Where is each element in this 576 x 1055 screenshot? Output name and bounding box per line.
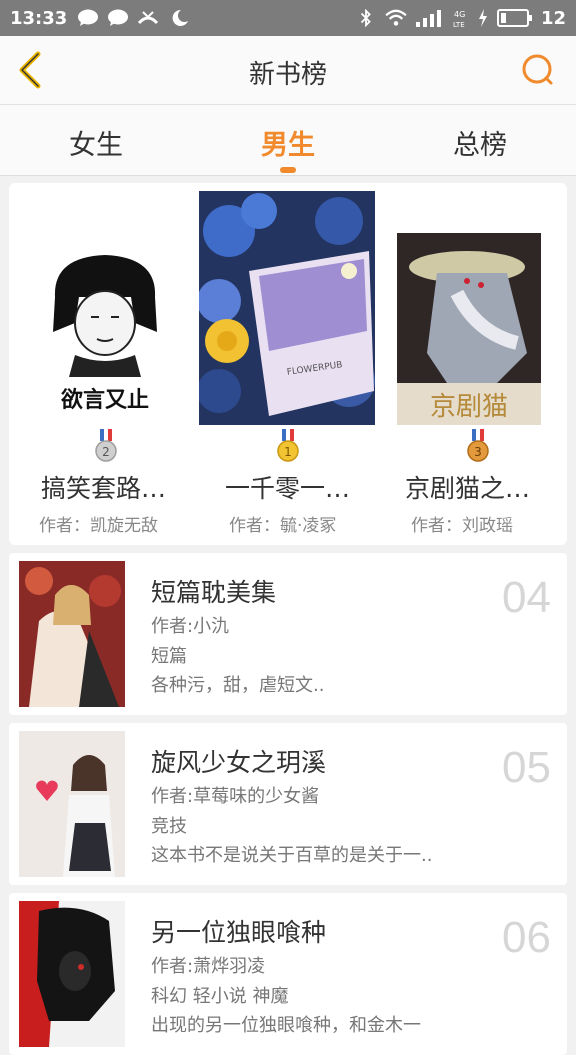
book-description: 这本书不是说关于百草的是关于一.. <box>151 845 433 866</box>
book-title: 短篇耽美集 <box>151 578 277 607</box>
opera-cat-image: 京剧猫 <box>397 233 541 425</box>
missed-call-icon <box>138 11 159 25</box>
status-bar: 13:33 4G LTE 12 <box>0 0 576 36</box>
top-app-bar: 新书榜 <box>0 36 576 105</box>
book-author: 作者：刘政瑶 <box>411 516 513 536</box>
podium-book-3[interactable]: 京剧猫 3 京剧猫之… 作者：刘政瑶 <box>379 183 567 545</box>
svg-text:1: 1 <box>284 445 292 459</box>
status-right: 4G LTE 12 <box>355 0 566 36</box>
gold-medal-icon: 1 <box>277 429 299 462</box>
tab-label: 男生 <box>261 130 315 161</box>
svg-text:3: 3 <box>474 445 482 459</box>
book-cover <box>19 901 125 1047</box>
flower-book-image: FLOWERPUB <box>199 191 375 425</box>
notification-icons <box>77 9 189 27</box>
search-icon <box>522 54 553 85</box>
list-item[interactable]: 短篇耽美集 作者:小氿 短篇 各种污，甜，虐短文.. 04 <box>9 553 567 715</box>
tab-overall[interactable]: 总榜 <box>384 105 576 175</box>
rank-number: 05 <box>502 743 551 792</box>
cover-caption: 欲言又止 <box>60 387 149 413</box>
book-author: 作者：毓·凌冢 <box>229 516 337 536</box>
tab-label: 女生 <box>69 130 123 161</box>
svg-text:2: 2 <box>102 445 110 459</box>
book-tags: 科幻 轻小说 神魔 <box>151 986 289 1007</box>
book-cover: 京剧猫 <box>397 233 541 425</box>
podium-book-1[interactable]: FLOWERPUB 1 一千零一… 作者：毓·凌冢 <box>199 183 379 545</box>
tab-female[interactable]: 女生 <box>0 105 192 175</box>
battery-icon <box>496 9 532 27</box>
podium-book-2[interactable]: 欲言又止 2 搞笑套路… 作者：凯旋无敌 <box>9 183 199 545</box>
book-title: 京剧猫之… <box>405 474 531 503</box>
status-time: 13:33 <box>10 7 68 29</box>
signal-icon <box>415 10 441 27</box>
tab-label: 总榜 <box>453 130 507 161</box>
book-title: 搞笑套路… <box>41 474 167 503</box>
search-button[interactable] <box>518 50 558 90</box>
book-author: 作者:萧烨羽凌 <box>151 956 266 977</box>
list-item[interactable]: 另一位独眼喰种 作者:萧烨羽凌 科幻 轻小说 神魔 出现的另一位独眼喰种，和金木… <box>9 893 567 1055</box>
chat-bubble-icon <box>78 9 99 26</box>
tab-male[interactable]: 男生 <box>192 105 384 175</box>
book-title: 一千零一… <box>225 474 351 503</box>
charging-icon <box>478 9 487 27</box>
meme-face-image: 欲言又止 <box>53 255 157 413</box>
book-cover: FLOWERPUB <box>199 191 375 425</box>
book-cover <box>19 731 125 877</box>
book-title: 另一位独眼喰种 <box>151 918 327 947</box>
book-cover <box>19 561 125 707</box>
bronze-medal-icon: 3 <box>467 429 489 462</box>
svg-text:4G: 4G <box>454 10 465 19</box>
svg-text:LTE: LTE <box>453 21 465 29</box>
active-tab-indicator <box>280 167 296 173</box>
network-type-icon: 4G LTE <box>453 10 465 29</box>
book-author: 作者:草莓味的少女酱 <box>151 786 320 807</box>
battery-percent: 12 <box>540 7 566 29</box>
book-cover: 欲言又止 <box>33 237 177 425</box>
book-title: 旋风少女之玥溪 <box>151 748 327 777</box>
top-three-podium: 欲言又止 2 搞笑套路… 作者：凯旋无敌 FLOWERPUB 1 一千零一… 作… <box>9 183 567 545</box>
book-author: 作者:小氿 <box>151 616 230 637</box>
silver-medal-icon: 2 <box>95 429 117 462</box>
book-author: 作者：凯旋无敌 <box>39 516 158 536</box>
rank-number: 06 <box>502 913 551 962</box>
cover-caption: 京剧猫 <box>430 392 508 422</box>
wifi-icon <box>385 9 407 26</box>
page-title: 新书榜 <box>248 60 327 90</box>
moon-icon <box>172 9 189 26</box>
category-tabs: 女生 男生 总榜 <box>0 105 576 176</box>
couple-illustration-image <box>19 561 125 707</box>
book-description: 出现的另一位独眼喰种，和金木一 <box>151 1015 421 1036</box>
book-tags: 短篇 <box>151 646 187 667</box>
ghoul-illustration-image <box>19 901 125 1047</box>
book-description: 各种污，甜，虐短文.. <box>151 675 325 696</box>
book-tags: 竞技 <box>151 816 187 837</box>
rank-number: 04 <box>502 573 551 622</box>
girl-portrait-image <box>19 731 125 877</box>
list-item[interactable]: 旋风少女之玥溪 作者:草莓味的少女酱 竞技 这本书不是说关于百草的是关于一.. … <box>9 723 567 885</box>
bluetooth-icon <box>360 9 371 27</box>
chat-bubble-icon <box>108 9 129 26</box>
